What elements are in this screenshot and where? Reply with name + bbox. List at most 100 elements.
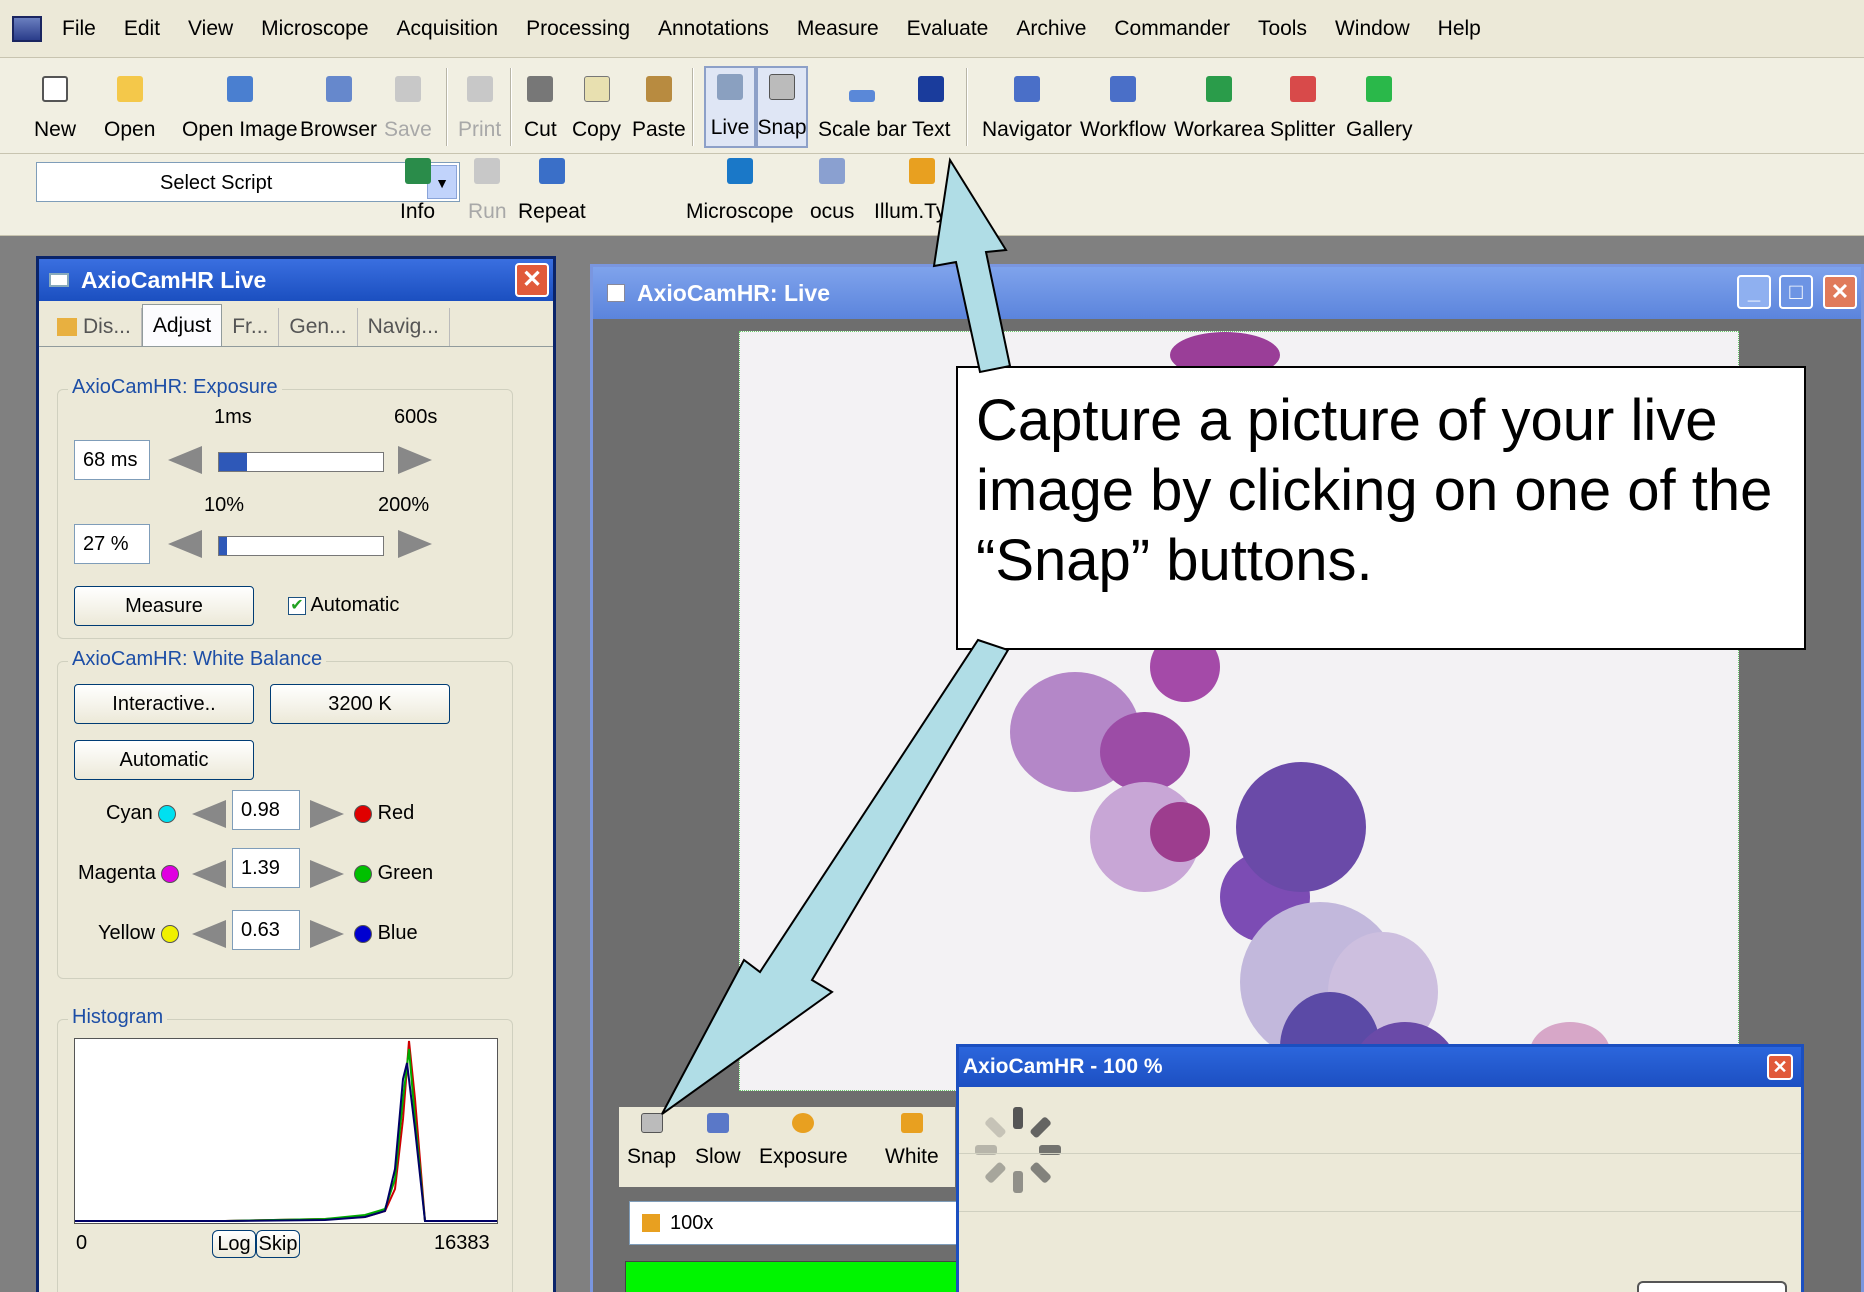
exposure-button[interactable]: Exposure <box>759 1113 848 1169</box>
magenta-green-field[interactable]: 1.39 <box>232 848 300 888</box>
print-button[interactable]: Print <box>458 66 501 148</box>
close-icon[interactable]: ✕ <box>1823 275 1857 309</box>
microscope-button[interactable]: Microscope <box>686 148 793 230</box>
menu-measure[interactable]: Measure <box>797 17 879 41</box>
close-icon[interactable]: ✕ <box>515 263 549 297</box>
snap-bottom-button[interactable]: Snap <box>627 1113 676 1169</box>
exposure-decrease-icon[interactable] <box>168 446 202 474</box>
tab-general[interactable]: Gen... <box>279 308 358 346</box>
menu-evaluate[interactable]: Evaluate <box>907 17 989 41</box>
open-image-button[interactable]: Open Image <box>182 66 298 148</box>
checkbox-checked-icon: ✔ <box>288 596 306 615</box>
gain-slider[interactable] <box>218 536 384 556</box>
info-button[interactable]: Info <box>400 148 435 230</box>
menu-window[interactable]: Window <box>1335 17 1410 41</box>
yellow-decrease-icon[interactable] <box>192 920 226 948</box>
workarea-button[interactable]: Workarea <box>1174 66 1265 148</box>
snap-button[interactable]: Snap <box>756 66 808 148</box>
maximize-icon[interactable]: □ <box>1779 275 1813 309</box>
exposure-slider[interactable] <box>218 452 384 472</box>
tab-navigation[interactable]: Navig... <box>358 308 450 346</box>
menu-help[interactable]: Help <box>1438 17 1481 41</box>
navigator-button[interactable]: Navigator <box>982 66 1072 148</box>
focus-icon <box>819 158 846 184</box>
close-icon[interactable]: ✕ <box>1767 1054 1793 1080</box>
cyan-red-field[interactable]: 0.98 <box>232 790 300 830</box>
print-icon <box>466 76 493 102</box>
live-icon <box>717 74 743 100</box>
cyan-label: Cyan <box>106 802 177 825</box>
measure-button[interactable]: Measure <box>74 586 254 626</box>
live-panel-title: AxioCamHR Live <box>39 259 553 301</box>
scale-bar-button[interactable]: Scale bar <box>818 66 907 148</box>
paste-icon <box>645 76 672 102</box>
splitter-button[interactable]: Splitter <box>1270 66 1335 148</box>
log-button[interactable]: Log <box>212 1230 256 1258</box>
menu-edit[interactable]: Edit <box>124 17 160 41</box>
new-button[interactable]: New <box>34 66 76 148</box>
exposure-time-field[interactable]: 68 ms <box>74 440 150 480</box>
paste-button[interactable]: Paste <box>632 66 686 148</box>
save-icon <box>394 76 421 102</box>
cut-button[interactable]: Cut <box>524 66 557 148</box>
menu-acquisition[interactable]: Acquisition <box>397 17 499 41</box>
red-increase-icon[interactable] <box>310 800 344 828</box>
run-button[interactable]: Run <box>468 148 507 230</box>
live-button[interactable]: Live <box>704 66 756 148</box>
exposure-increase-icon[interactable] <box>398 446 432 474</box>
menu-microscope[interactable]: Microscope <box>261 17 368 41</box>
gain-decrease-icon[interactable] <box>168 530 202 558</box>
browser-icon <box>325 76 352 102</box>
slow-button[interactable]: Slow <box>695 1113 741 1169</box>
menu-commander[interactable]: Commander <box>1114 17 1230 41</box>
menu-view[interactable]: View <box>188 17 233 41</box>
open-folder-icon <box>116 76 143 102</box>
yellow-label: Yellow <box>98 922 179 945</box>
run-icon <box>474 158 501 184</box>
repeat-button[interactable]: Repeat <box>518 148 586 230</box>
open-button[interactable]: Open <box>104 66 155 148</box>
tab-display[interactable]: Dis... <box>47 308 142 346</box>
automatic-exposure-checkbox[interactable]: ✔ Automatic <box>288 594 399 617</box>
blue-increase-icon[interactable] <box>310 920 344 948</box>
objective-field[interactable]: 100x <box>629 1201 959 1245</box>
color-temperature-button[interactable]: 3200 K <box>270 684 450 724</box>
tab-adjust[interactable]: Adjust <box>141 304 223 346</box>
green-dot-icon <box>354 864 372 883</box>
browser-button[interactable]: Browser <box>300 66 377 148</box>
acquisition-toolbar: Snap Slow Exposure White <box>619 1107 955 1187</box>
cyan-decrease-icon[interactable] <box>192 800 226 828</box>
menu-processing[interactable]: Processing <box>526 17 630 41</box>
illum-type-button[interactable]: Illum.Type <box>874 148 970 230</box>
save-button[interactable]: Save <box>384 66 432 148</box>
skip-button[interactable]: Skip <box>256 1230 300 1258</box>
menu-annotations[interactable]: Annotations <box>658 17 769 41</box>
white-balance-automatic-button[interactable]: Automatic <box>74 740 254 780</box>
gain-field[interactable]: 27 % <box>74 524 150 564</box>
green-increase-icon[interactable] <box>310 860 344 888</box>
gain-increase-icon[interactable] <box>398 530 432 558</box>
camera-icon <box>640 1113 663 1133</box>
gallery-button[interactable]: Gallery <box>1346 66 1413 148</box>
workflow-button[interactable]: Workflow <box>1080 66 1166 148</box>
red-dot-icon <box>354 804 372 823</box>
yellow-blue-field[interactable]: 0.63 <box>232 910 300 950</box>
dialog-button[interactable] <box>1637 1281 1787 1292</box>
app-icon[interactable] <box>12 15 42 42</box>
focus-button[interactable]: ocus <box>810 148 854 230</box>
yellow-dot-icon <box>160 924 179 943</box>
new-document-icon <box>42 76 68 102</box>
camera-icon <box>769 74 795 100</box>
menu-tools[interactable]: Tools <box>1258 17 1307 41</box>
white-button[interactable]: White <box>885 1113 939 1169</box>
menu-file[interactable]: File <box>62 17 96 41</box>
progress-dialog-title: AxioCamHR - 100 % <box>959 1047 1801 1087</box>
tab-frame[interactable]: Fr... <box>222 308 280 346</box>
minimize-icon[interactable]: _ <box>1737 275 1771 309</box>
copy-button[interactable]: Copy <box>572 66 621 148</box>
magenta-decrease-icon[interactable] <box>192 860 226 888</box>
menu-archive[interactable]: Archive <box>1016 17 1086 41</box>
objective-icon <box>642 1214 660 1232</box>
text-button[interactable]: Text <box>912 66 951 148</box>
interactive-button[interactable]: Interactive.. <box>74 684 254 724</box>
